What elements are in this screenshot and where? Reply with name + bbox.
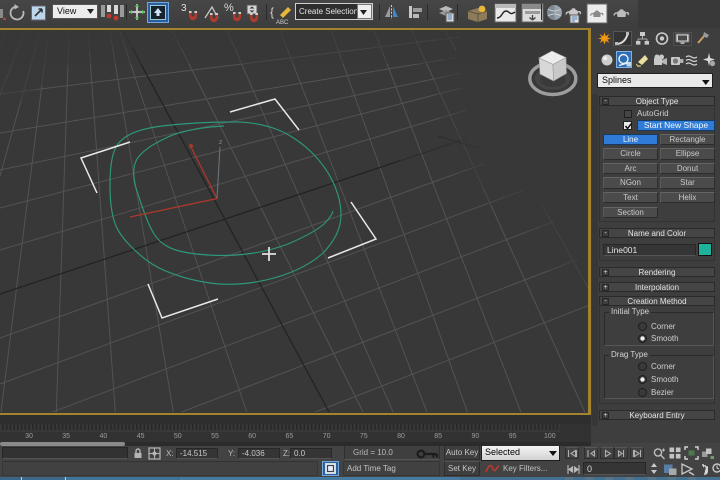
svg-text:ABC: ABC xyxy=(276,20,289,25)
svg-text:z: z xyxy=(219,139,222,146)
svg-text:{: { xyxy=(270,5,274,19)
